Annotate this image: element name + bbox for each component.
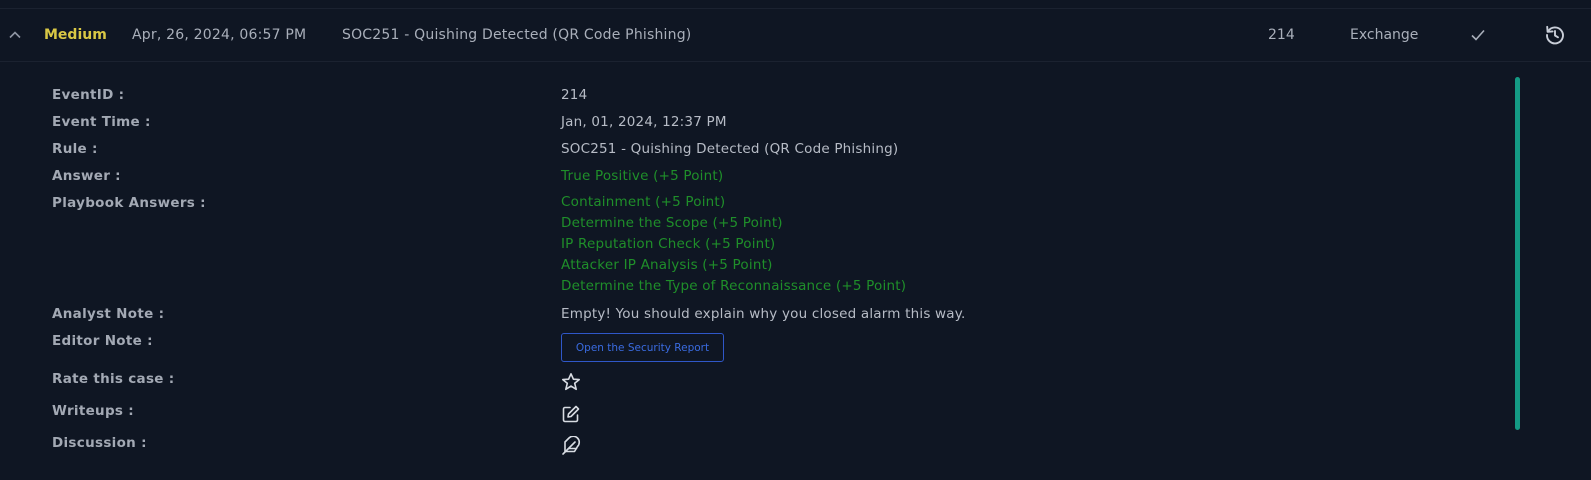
answer-value: True Positive (+5 Point) — [561, 168, 724, 184]
playbook-answer-item: Attacker IP Analysis (+5 Point) — [561, 257, 773, 273]
event-time-label: Event Time : — [52, 114, 151, 130]
restore-icon[interactable] — [1543, 9, 1567, 61]
analyst-note-value: Empty! You should explain why you closed… — [561, 306, 966, 322]
playbook-answers-list: Containment (+5 Point) Determine the Sco… — [561, 192, 906, 297]
playbook-answer-item: Determine the Scope (+5 Point) — [561, 215, 783, 231]
playbook-answer-item: IP Reputation Check (+5 Point) — [561, 236, 776, 252]
severity-badge: Medium — [44, 27, 107, 43]
scrollbar[interactable] — [1515, 77, 1521, 430]
check-icon — [1470, 9, 1486, 61]
playbook-answer-item: Containment (+5 Point) — [561, 194, 726, 210]
rule-value: SOC251 - Quishing Detected (QR Code Phis… — [561, 141, 899, 157]
rate-case-label: Rate this case : — [52, 371, 175, 387]
discussion-label: Discussion : — [52, 435, 147, 451]
alert-event-id: 214 — [1268, 27, 1295, 43]
open-security-report-button[interactable]: Open the Security Report — [561, 333, 724, 362]
feather-icon[interactable] — [561, 435, 581, 456]
event-id-value: 214 — [561, 87, 588, 103]
star-icon[interactable] — [561, 372, 581, 392]
editor-note-label: Editor Note : — [52, 333, 153, 349]
playbook-answer-item: Determine the Type of Reconnaissance (+5… — [561, 278, 907, 294]
alert-source: Exchange — [1350, 27, 1419, 43]
scrollbar-thumb[interactable] — [1515, 77, 1520, 430]
analyst-note-label: Analyst Note : — [52, 306, 165, 322]
writeups-label: Writeups : — [52, 403, 134, 419]
rule-label: Rule : — [52, 141, 98, 157]
event-id-label: EventID : — [52, 87, 125, 103]
alert-rule: SOC251 - Quishing Detected (QR Code Phis… — [342, 27, 692, 43]
edit-icon[interactable] — [561, 404, 581, 424]
chevron-up-icon[interactable] — [6, 9, 24, 61]
answer-label: Answer : — [52, 168, 121, 184]
alert-row[interactable]: Medium Apr, 26, 2024, 06:57 PM SOC251 - … — [0, 9, 1591, 62]
alert-date: Apr, 26, 2024, 06:57 PM — [132, 27, 307, 43]
event-time-value: Jan, 01, 2024, 12:37 PM — [561, 114, 727, 130]
playbook-answers-label: Playbook Answers : — [52, 195, 206, 211]
